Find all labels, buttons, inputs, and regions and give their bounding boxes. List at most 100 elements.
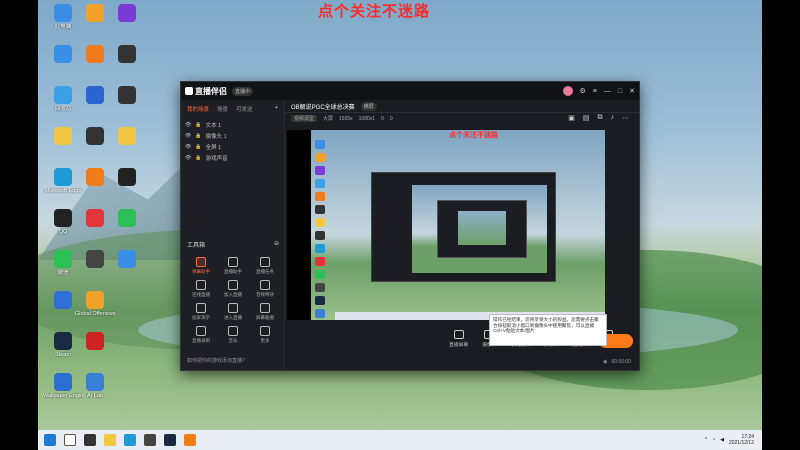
windows-taskbar: ^ ◔ ◀ 17:24 2021/12/12 xyxy=(38,430,762,450)
toolbox-more-icon[interactable]: ⊖ xyxy=(274,240,279,249)
recycle-bin-icon xyxy=(54,86,72,104)
add-icon[interactable]: + xyxy=(275,105,278,113)
scene-chip[interactable]: 横屏 xyxy=(360,101,377,111)
capcut-icon xyxy=(118,168,136,186)
status-pill[interactable]: 直播中 xyxy=(232,86,254,96)
tool-icon xyxy=(260,303,270,313)
settings-icon[interactable]: ⚙ xyxy=(580,87,586,95)
desktop-icon[interactable] xyxy=(108,4,146,38)
app-icon xyxy=(86,4,104,22)
tab-scenes[interactable]: 场景 xyxy=(217,105,228,113)
source-label: 文本 1 xyxy=(205,122,222,129)
toolbox-item[interactable]: 更多 xyxy=(249,326,281,344)
stream-info-item: 视频源型 xyxy=(291,115,318,122)
tool-label: 投屏演示 xyxy=(192,315,210,320)
minimize-icon[interactable]: — xyxy=(604,88,611,95)
eye-icon[interactable]: 👁 xyxy=(185,122,191,128)
eye-icon[interactable]: 👁 xyxy=(185,133,191,139)
source-item[interactable]: 👁 🔒 摄像头 1 xyxy=(185,130,280,141)
close-icon[interactable]: ✕ xyxy=(629,87,635,95)
app-icon xyxy=(54,291,72,309)
desktop-icon[interactable] xyxy=(108,209,146,243)
eye-icon[interactable]: 👁 xyxy=(185,144,191,150)
maximize-icon[interactable]: □ xyxy=(618,88,622,95)
preview-canvas[interactable]: 点个关注不迷路 xyxy=(287,130,605,320)
lock-icon[interactable]: 🔒 xyxy=(195,122,201,128)
source-list: 👁 🔒 文本 1 👁 🔒 摄像头 1 👁 🔒 全屏 1 👁 🔒 游戏声音 xyxy=(181,117,284,165)
lock-icon[interactable]: 🔒 xyxy=(195,133,201,139)
network-icon[interactable]: ◔ xyxy=(712,437,715,443)
app-icon[interactable] xyxy=(144,434,156,446)
copy-icon[interactable]: ⧉ xyxy=(598,114,603,122)
edge-icon[interactable] xyxy=(124,434,136,446)
source-item[interactable]: 👁 🔒 游戏声音 xyxy=(185,152,280,163)
qq-icon xyxy=(54,209,72,227)
chevron-up-icon[interactable]: ^ xyxy=(705,437,707,443)
task-view-icon[interactable] xyxy=(84,434,96,446)
more-icon[interactable]: ⋯ xyxy=(622,114,629,122)
live-app-icon[interactable] xyxy=(184,434,196,446)
scene-name[interactable]: OB解说PGC全球总决赛 xyxy=(291,102,355,111)
bell-icon[interactable]: ♪ xyxy=(611,114,615,122)
stream-timer: 00:00:00 xyxy=(611,359,631,365)
tool-label: 音乐 xyxy=(228,338,238,343)
toolbox-item[interactable]: 加入直播 xyxy=(217,280,249,298)
toolbox-grid: 弹幕助手 直播助手 直播任务连线直播 加入直播 音频特效投屏演示 进入直播 屏幕截图直播录制… xyxy=(185,257,281,344)
tool-icon xyxy=(260,326,270,336)
clock-date: 2021/12/12 xyxy=(728,440,754,446)
toolbox-item[interactable]: 投屏演示 xyxy=(185,303,217,321)
desktop-icon[interactable] xyxy=(76,332,114,366)
captured-desktop: 点个关注不迷路 xyxy=(311,130,605,320)
volume-icon[interactable]: ◀ xyxy=(720,437,724,443)
tool-icon xyxy=(196,303,206,313)
desktop-icon[interactable] xyxy=(108,127,146,161)
nested-desktop xyxy=(412,185,547,273)
toolbox-item[interactable]: 直播助手 xyxy=(217,257,249,275)
source-button[interactable]: 直播屏幕 xyxy=(449,330,468,348)
captured-desktop-icon xyxy=(315,296,325,305)
toolbox-item[interactable]: 直播录制 xyxy=(185,326,217,344)
toolbox-item[interactable]: 弹幕助手 xyxy=(185,257,217,275)
tab-my-scenes[interactable]: 我的场景 xyxy=(187,105,209,113)
lock-icon[interactable]: 🔒 xyxy=(195,155,201,161)
captured-desktop-icon xyxy=(315,283,325,292)
steam-icon[interactable] xyxy=(164,434,176,446)
layout-icon[interactable]: ▤ xyxy=(583,114,590,122)
clock[interactable]: 17:24 2021/12/12 xyxy=(729,434,754,446)
search-icon[interactable] xyxy=(64,434,76,446)
tool-label: 弹幕助手 xyxy=(192,269,210,274)
lock-icon[interactable]: ▣ xyxy=(568,114,575,122)
toolbox-item[interactable]: 进入直播 xyxy=(217,303,249,321)
toolbox-item[interactable]: 连线直播 xyxy=(185,280,217,298)
desktop-icon-label: Global Offensive xyxy=(75,311,115,317)
toolbox-item[interactable]: 直播任务 xyxy=(249,257,281,275)
menu-icon[interactable]: ≡ xyxy=(593,88,597,95)
start-icon[interactable] xyxy=(44,434,56,446)
app-icon xyxy=(118,209,136,227)
toolbox-item[interactable]: 音乐 xyxy=(217,326,249,344)
desktop-icon[interactable]: Global Offensive xyxy=(75,291,115,325)
desktop-icon[interactable]: AI Lab xyxy=(76,373,114,407)
toolbox-item[interactable]: 屏幕截图 xyxy=(249,303,281,321)
tab-sendable[interactable]: 可发送 xyxy=(236,105,253,113)
avatar[interactable] xyxy=(562,86,573,96)
app-icon xyxy=(86,86,104,104)
app-titlebar[interactable]: 直播伴侣 直播中 ⚙ ≡ — □ ✕ xyxy=(181,82,639,100)
wechat-icon xyxy=(54,250,72,268)
source-item[interactable]: 👁 🔒 全屏 1 xyxy=(185,141,280,152)
tool-label: 连线直播 xyxy=(192,292,210,297)
toolbox-item[interactable]: 音频特效 xyxy=(249,280,281,298)
desktop-icon[interactable] xyxy=(108,86,146,120)
tool-label: 直播录制 xyxy=(192,338,210,343)
file-explorer-icon[interactable] xyxy=(104,434,116,446)
tool-icon xyxy=(228,257,238,267)
desktop-icon[interactable] xyxy=(108,45,146,79)
desktop-icon[interactable] xyxy=(108,168,146,202)
desktop-icon[interactable] xyxy=(108,250,146,284)
lock-icon[interactable]: 🔒 xyxy=(195,144,201,150)
help-link[interactable]: 如何把你的游戏添加直播? xyxy=(187,357,245,364)
tool-icon xyxy=(228,280,238,290)
eye-icon[interactable]: 👁 xyxy=(185,155,191,161)
source-item[interactable]: 👁 🔒 文本 1 xyxy=(185,119,280,130)
captured-desktop-icon xyxy=(315,153,325,162)
